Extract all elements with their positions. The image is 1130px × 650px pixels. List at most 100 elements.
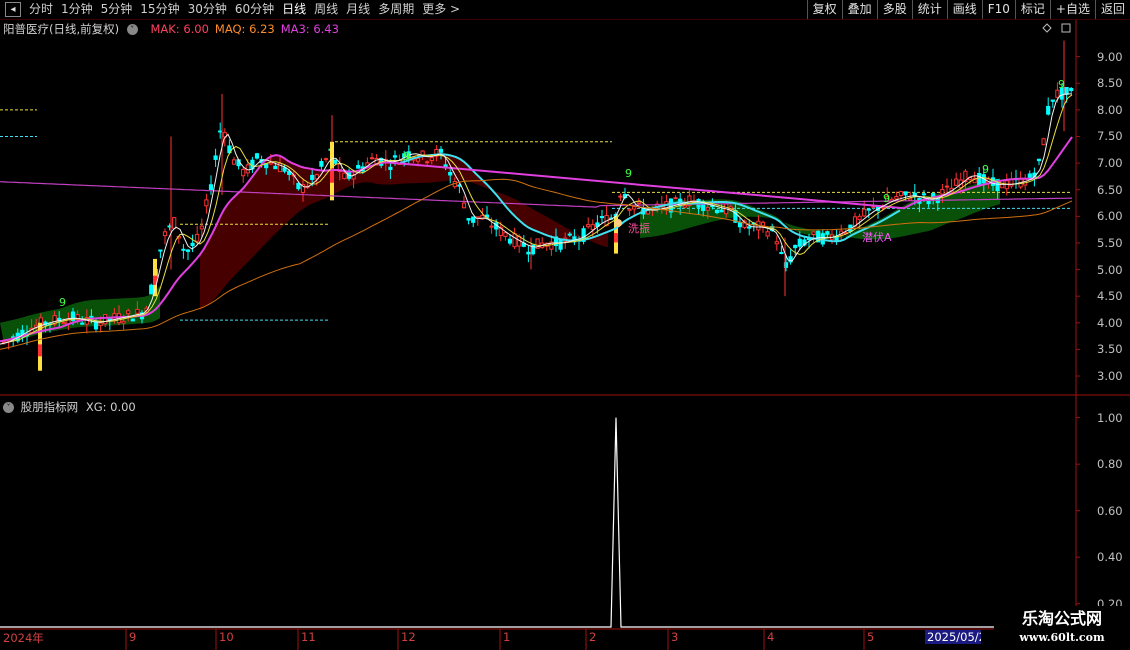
candle-body (512, 233, 517, 248)
price-tick-label: 5.50 (1097, 235, 1123, 250)
price-tick-label: 7.00 (1097, 156, 1123, 171)
stock-title: 阳普医疗(日线,前复权) (3, 22, 120, 36)
price-tick-label: 7.50 (1097, 129, 1123, 144)
candle-body (590, 224, 595, 230)
toolbar-button[interactable]: 多股 (876, 0, 912, 19)
indicator-title: 股朋指标网 (20, 400, 79, 414)
watermark-url: www.60lt.com (1019, 631, 1105, 644)
candle-body (714, 209, 720, 214)
candle-body (310, 174, 315, 180)
month-label: 5 (867, 630, 875, 644)
more-menu[interactable]: 更多 > (418, 0, 464, 19)
candle-body (760, 221, 766, 227)
chart-annotation: 9 (625, 167, 632, 180)
candle-body (448, 172, 453, 176)
candle-body (241, 168, 246, 177)
candle-body (862, 208, 867, 217)
period-tab[interactable]: 30分钟 (184, 0, 231, 19)
month-label: 4 (767, 630, 775, 644)
candle-body (429, 157, 434, 162)
month-label: 10 (219, 630, 234, 644)
candle-body (737, 222, 743, 228)
candle-body (558, 239, 563, 250)
candle-body (1036, 158, 1042, 162)
period-tab[interactable]: 分时 (25, 0, 57, 19)
period-tab[interactable]: 日线 (278, 0, 310, 19)
candle-body (204, 199, 209, 207)
candle-body (273, 165, 278, 170)
period-tab[interactable]: 60分钟 (231, 0, 278, 19)
candle-body (471, 216, 476, 223)
candle-body (425, 161, 430, 164)
period-tab[interactable]: 5分钟 (97, 0, 137, 19)
red-band (200, 154, 608, 311)
candle-body (392, 155, 398, 158)
candle-body (779, 252, 784, 255)
candle-body (190, 242, 195, 247)
ma-label: MAK: 6.00 (150, 22, 209, 36)
toolbar-button[interactable]: 叠加 (841, 0, 877, 19)
indicator-value: XG: 0.00 (85, 400, 136, 414)
chevron-down-icon[interactable]: ˅ (3, 402, 14, 413)
candle-body (898, 191, 904, 197)
candle-body (774, 241, 779, 245)
candle-body (130, 318, 135, 322)
chevron-down-icon[interactable]: ˅ (126, 24, 138, 35)
candle-body (668, 198, 674, 213)
candle-body (296, 182, 301, 190)
indicator-tick-label: 0.80 (1097, 457, 1123, 472)
candle-body (369, 157, 375, 160)
candle-body (1064, 86, 1069, 95)
candle-body (356, 165, 361, 169)
candle-body (618, 195, 623, 198)
candle-body (89, 315, 94, 318)
toolbar-button[interactable]: 标记 (1014, 0, 1050, 19)
candle-body (80, 322, 85, 325)
candle-body (126, 310, 131, 315)
candle-body (342, 172, 347, 180)
period-tab[interactable]: 1分钟 (57, 0, 97, 19)
candle-body (103, 314, 108, 325)
month-label: 3 (671, 630, 679, 644)
candle-body (954, 178, 959, 186)
price-tick-label: 4.50 (1097, 289, 1123, 304)
toolbar-button[interactable]: +自选 (1049, 0, 1095, 19)
chart-annotation: 9 (982, 163, 989, 176)
period-tab[interactable]: 月线 (342, 0, 374, 19)
candle-body (231, 159, 237, 165)
candle-body (181, 248, 186, 251)
diamond-icon (1042, 23, 1052, 33)
candle-body (567, 233, 572, 236)
toolbar-button[interactable]: 画线 (946, 0, 982, 19)
price-tick-label: 5.00 (1097, 262, 1123, 277)
watermark-title: 乐淘公式网 (1021, 609, 1102, 628)
period-tabs: ◂ 分时 1分钟 5分钟 15分钟 30分钟 60分钟 日线 周线 月线 多周期 更多 > (0, 0, 464, 19)
candle-body (149, 284, 154, 295)
ma-label: MAQ: 6.23 (214, 22, 275, 36)
toolbar-button[interactable]: 统计 (911, 0, 947, 19)
candle-body (388, 166, 393, 170)
toolbar-button[interactable]: 复权 (806, 0, 842, 19)
kline-chart[interactable] (0, 20, 1130, 650)
candle-body (135, 308, 140, 314)
candle-body (195, 233, 200, 242)
year-label: 2024年 (3, 631, 44, 645)
price-tick-label: 8.50 (1097, 76, 1123, 91)
chevron-left-icon[interactable]: ◂ (5, 2, 21, 17)
candle-body (218, 130, 223, 133)
candle-body (673, 197, 678, 200)
candle-body (213, 155, 218, 160)
indicator-tick-label: 1.00 (1097, 410, 1123, 425)
toolbar-button[interactable]: 返回 (1094, 0, 1130, 19)
price-tick-label: 6.00 (1097, 209, 1123, 224)
period-tab[interactable]: 15分钟 (136, 0, 183, 19)
action-buttons: 复权 叠加 多股 统计 画线 F10 标记 +自选 返回 (806, 0, 1130, 19)
candle-body (705, 207, 710, 211)
period-tab[interactable]: 周线 (310, 0, 342, 19)
candle-body (797, 238, 802, 247)
candle-body (93, 321, 99, 330)
period-tab[interactable]: 多周期 (374, 0, 418, 19)
toolbar-button[interactable]: F10 (981, 0, 1015, 19)
chart-annotation: 洗振 (628, 222, 650, 235)
watermark: 乐淘公式网 www.60lt.com (994, 606, 1130, 650)
